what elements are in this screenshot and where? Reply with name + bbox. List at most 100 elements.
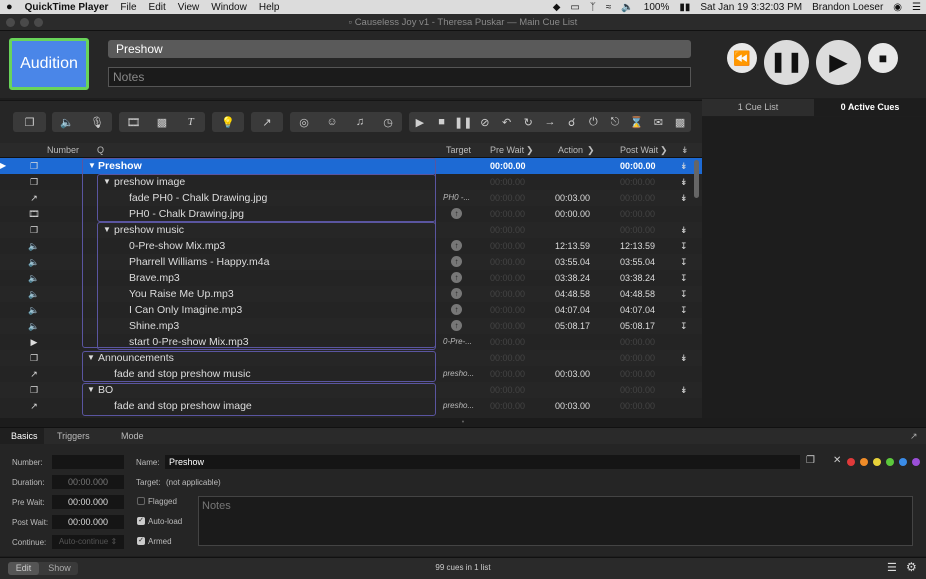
- color-purple-icon[interactable]: [912, 458, 920, 466]
- cue-list-scrollbar[interactable]: [694, 160, 699, 198]
- video-cue-icon[interactable]: 🎞: [119, 116, 148, 129]
- menubar-user[interactable]: Brandon Loeser: [807, 2, 888, 13]
- clear-color-icon[interactable]: ✕: [833, 455, 841, 466]
- target-arrow-icon[interactable]: ↑: [451, 288, 462, 299]
- col-post-wait[interactable]: Post Wait: [620, 145, 658, 155]
- color-green-icon[interactable]: [886, 458, 894, 466]
- apple-menu-icon[interactable]: ●: [0, 1, 19, 13]
- color-orange-icon[interactable]: [860, 458, 868, 466]
- memo-cue-icon[interactable]: ✉: [648, 116, 670, 129]
- stop-button[interactable]: ■: [868, 43, 898, 73]
- battery-percent[interactable]: 100%: [639, 2, 675, 13]
- inspector-name-field[interactable]: Preshow: [165, 455, 800, 469]
- menu-file[interactable]: File: [114, 2, 142, 13]
- target-arrow-icon[interactable]: ↑: [451, 320, 462, 331]
- rewind-button[interactable]: ⏪: [727, 43, 757, 73]
- close-window-button[interactable]: [6, 18, 15, 27]
- disclosure-triangle-icon[interactable]: ▼: [87, 382, 95, 398]
- cue-name-field[interactable]: Preshow: [108, 40, 691, 58]
- table-row[interactable]: ❐ ▼ BO 00:00.00 00:00.00 ↡: [0, 382, 702, 398]
- duration-field[interactable]: 00:00.000: [52, 475, 124, 489]
- disclosure-triangle-icon[interactable]: ▼: [88, 158, 96, 174]
- target-arrow-icon[interactable]: ↑: [451, 272, 462, 283]
- disclosure-triangle-icon[interactable]: ▼: [103, 174, 111, 190]
- battery-icon[interactable]: ▮▮: [674, 2, 695, 13]
- table-row[interactable]: 🔈 I Can Only Imagine.mp3 ↑ 00:00.00 04:0…: [0, 302, 702, 318]
- table-row[interactable]: ↗ fade PH0 - Chalk Drawing.jpg PH0 -... …: [0, 190, 702, 206]
- table-row[interactable]: ❐ ▼ preshow music 00:00.00 00:00.00 ↡: [0, 222, 702, 238]
- wait-cue-icon[interactable]: ⌛: [626, 116, 648, 129]
- devamp-cue-icon[interactable]: ↻: [517, 116, 539, 129]
- continue-select[interactable]: Auto-continue ⇕: [52, 535, 124, 549]
- target-arrow-icon[interactable]: ↑: [451, 208, 462, 219]
- group-cue-icon[interactable]: ❐: [13, 116, 46, 129]
- col-target[interactable]: Target: [446, 145, 471, 155]
- notifications-icon[interactable]: ☰: [907, 2, 926, 13]
- col-action[interactable]: Action: [558, 145, 583, 155]
- load-cue-icon[interactable]: ⊘: [474, 116, 496, 129]
- table-row[interactable]: 🔈 0-Pre-show Mix.mp3 ↑ 00:00.00 12:13.59…: [0, 238, 702, 254]
- target-arrow-icon[interactable]: ↑: [451, 240, 462, 251]
- cue-notes-field[interactable]: Notes: [108, 67, 691, 87]
- siri-icon[interactable]: ◉: [888, 2, 907, 13]
- camera-cue-icon[interactable]: ▩: [148, 116, 177, 129]
- table-row[interactable]: ↗ fade and stop preshow music presho... …: [0, 366, 702, 382]
- audition-button[interactable]: Audition: [9, 38, 89, 90]
- list-view-icon[interactable]: ☰: [887, 561, 897, 574]
- goto-cue-icon[interactable]: →: [539, 116, 561, 128]
- audio-cue-icon[interactable]: 🔈: [52, 116, 82, 129]
- start-cue-icon[interactable]: ▶: [409, 116, 431, 129]
- arm-cue-icon[interactable]: ⏻: [583, 116, 605, 129]
- armed-checkbox[interactable]: ✓: [137, 537, 145, 545]
- light-cue-icon[interactable]: 💡: [212, 116, 244, 129]
- color-blue-icon[interactable]: [899, 458, 907, 466]
- table-row[interactable]: ▶ start 0-Pre-show Mix.mp3 0-Pre-... 00:…: [0, 334, 702, 350]
- color-yellow-icon[interactable]: [873, 458, 881, 466]
- menu-help[interactable]: Help: [253, 2, 286, 13]
- table-row[interactable]: 🔈 Brave.mp3 ↑ 00:00.00 03:38.24 03:38.24…: [0, 270, 702, 286]
- table-row[interactable]: 🔈 Shine.mp3 ↑ 00:00.00 05:08.17 05:08.17…: [0, 318, 702, 334]
- tab-active-cues[interactable]: 0 Active Cues: [814, 99, 926, 116]
- target-cue-icon[interactable]: ☌: [561, 116, 583, 129]
- pre-wait-field[interactable]: 00:00.000: [52, 495, 124, 509]
- target-arrow-icon[interactable]: ↑: [451, 304, 462, 315]
- minimize-window-button[interactable]: [20, 18, 29, 27]
- menubar-clock[interactable]: Sat Jan 19 3:32:03 PM: [695, 2, 807, 13]
- menu-edit[interactable]: Edit: [143, 2, 172, 13]
- volume-icon[interactable]: 🔈: [616, 2, 638, 13]
- table-row[interactable]: ❐ ▼ preshow image 00:00.00 00:00.00 ↡: [0, 174, 702, 190]
- copy-name-icon[interactable]: ❐: [806, 455, 815, 466]
- disclosure-triangle-icon[interactable]: ▼: [103, 222, 111, 238]
- table-row[interactable]: 🔈 Pharrell Williams - Happy.m4a ↑ 00:00.…: [0, 254, 702, 270]
- reset-cue-icon[interactable]: ↶: [496, 116, 518, 129]
- disclosure-triangle-icon[interactable]: ▼: [87, 350, 95, 366]
- col-pre-wait[interactable]: Pre Wait: [490, 145, 524, 155]
- timecode-cue-icon[interactable]: ◷: [374, 116, 402, 129]
- col-number[interactable]: Number: [47, 145, 79, 155]
- midi-cue-icon[interactable]: ☺: [318, 116, 346, 128]
- fade-cue-icon[interactable]: ↗: [251, 116, 283, 129]
- col-q[interactable]: Q: [97, 145, 104, 155]
- network-cue-icon[interactable]: ◎: [290, 116, 318, 129]
- settings-gear-icon[interactable]: ⚙: [906, 560, 917, 574]
- menu-view[interactable]: View: [172, 2, 206, 13]
- number-field[interactable]: [52, 455, 124, 469]
- go-button[interactable]: ▶: [816, 40, 861, 85]
- pause-button[interactable]: ❚❚: [764, 40, 809, 85]
- stop-cue-icon[interactable]: ■: [431, 116, 453, 128]
- dropbox-icon[interactable]: ◆: [548, 2, 566, 13]
- disarm-cue-icon[interactable]: ⎋: [604, 116, 626, 129]
- wifi-icon[interactable]: ≈: [601, 2, 617, 13]
- tab-basics[interactable]: Basics: [11, 431, 38, 441]
- music-cue-icon[interactable]: ♫: [346, 116, 374, 128]
- zoom-window-button[interactable]: [34, 18, 43, 27]
- mic-cue-icon[interactable]: 🎙: [82, 116, 112, 129]
- target-arrow-icon[interactable]: ↑: [451, 256, 462, 267]
- inspector-notes-field[interactable]: Notes: [198, 496, 913, 546]
- auto-load-checkbox[interactable]: ✓: [137, 517, 145, 525]
- table-row[interactable]: 🎞 PH0 - Chalk Drawing.jpg ↑ 00:00.00 00:…: [0, 206, 702, 222]
- post-wait-field[interactable]: 00:00.000: [52, 515, 124, 529]
- table-row[interactable]: ❐ ▼ Announcements 00:00.00 00:00.00 ↡: [0, 350, 702, 366]
- script-cue-icon[interactable]: ▩: [669, 116, 691, 129]
- table-row[interactable]: ↗ fade and stop preshow image presho... …: [0, 398, 702, 414]
